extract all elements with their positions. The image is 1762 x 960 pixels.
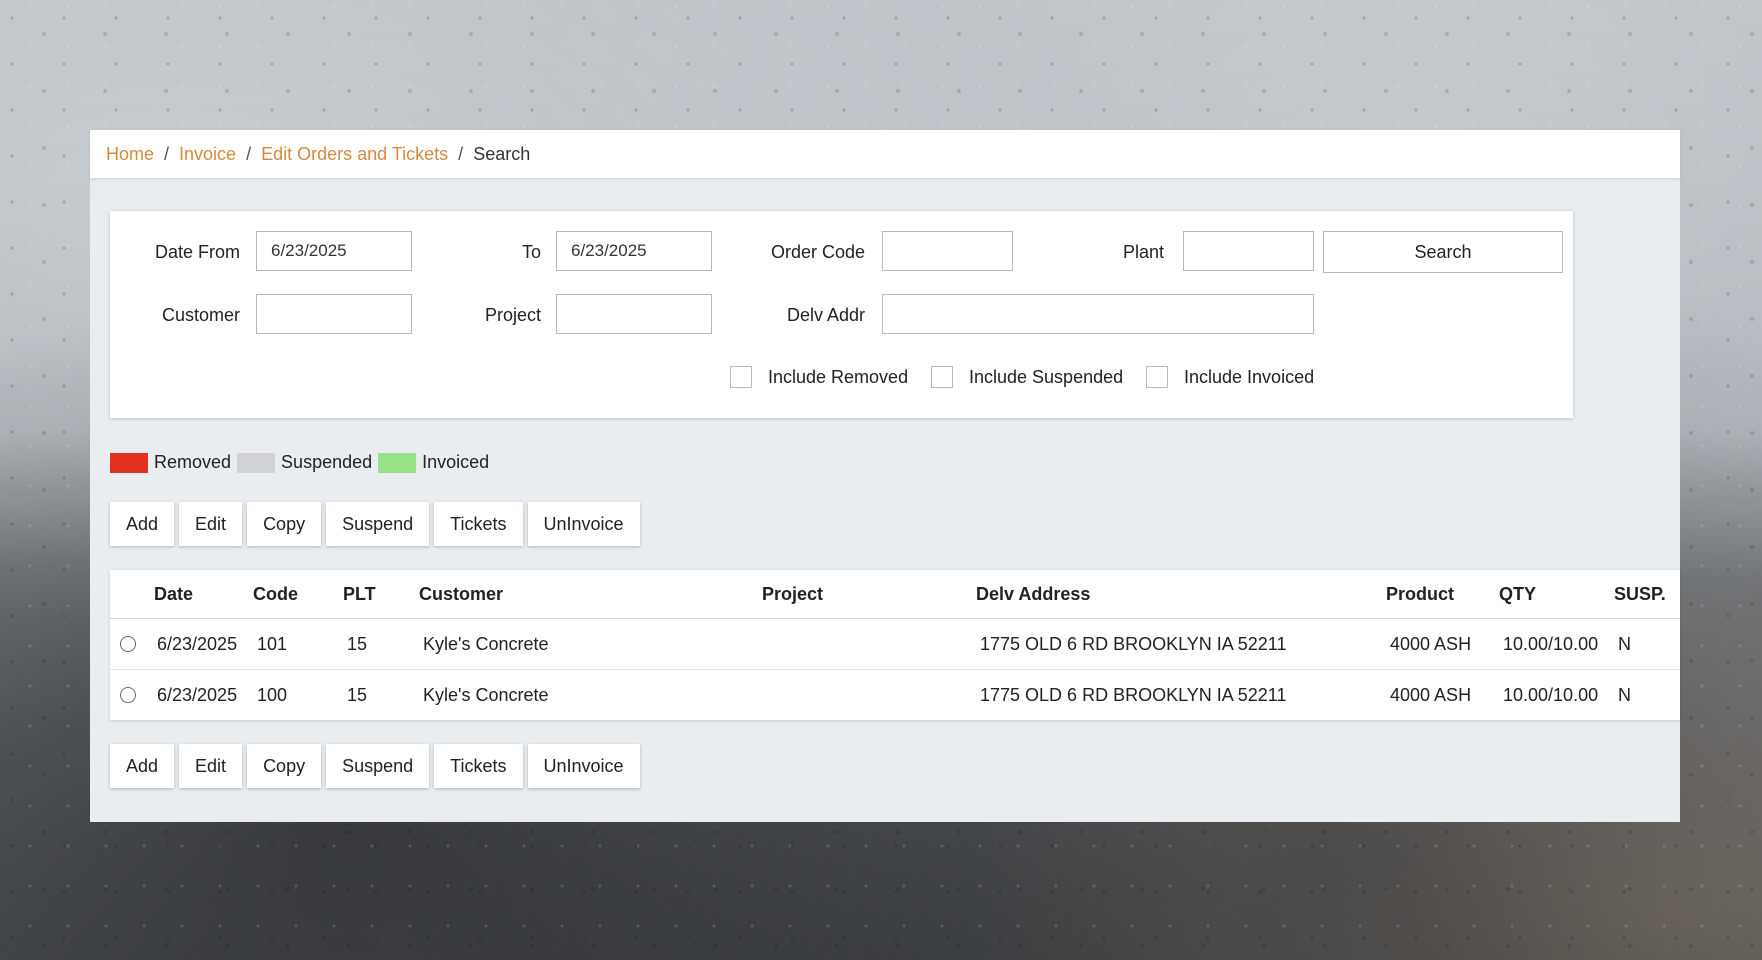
order-code-label: Order Code	[770, 242, 865, 262]
date-to-input[interactable]	[556, 231, 712, 271]
header-date[interactable]: Date	[154, 570, 193, 618]
include-removed-checkbox[interactable]: Include Removed	[730, 366, 908, 388]
edit-button[interactable]: Edit	[179, 744, 243, 788]
copy-button[interactable]: Copy	[247, 502, 322, 546]
removed-swatch	[110, 452, 148, 473]
project-label: Project	[484, 305, 541, 325]
include-suspended-label: Include Suspended	[969, 366, 1124, 387]
header-code[interactable]: Code	[253, 570, 298, 618]
cell-delv-address: 1775 OLD 6 RD BROOKLYN IA 52211	[980, 685, 1287, 705]
breadcrumb-edit-orders-link[interactable]: Edit Orders and Tickets	[261, 144, 448, 165]
legend-suspended-label: Suspended	[281, 452, 373, 472]
checkbox-box[interactable]	[931, 366, 953, 388]
add-button[interactable]: Add	[110, 744, 175, 788]
cell-susp: N	[1618, 634, 1631, 654]
header-susp[interactable]: SUSP.	[1614, 570, 1666, 618]
legend-invoiced: Invoiced	[378, 452, 489, 473]
search-filter-box: Date From To Order Code Plant Search Cus…	[110, 211, 1573, 418]
breadcrumb-separator: /	[246, 143, 252, 164]
cell-customer: Kyle's Concrete	[423, 634, 549, 654]
include-suspended-checkbox[interactable]: Include Suspended	[931, 366, 1123, 388]
cell-plt: 15	[347, 634, 368, 654]
search-button[interactable]: Search	[1323, 231, 1563, 273]
breadcrumb-separator: /	[458, 143, 464, 164]
suspend-button[interactable]: Suspend	[326, 744, 430, 788]
order-code-input[interactable]	[882, 231, 1013, 271]
row-select-radio[interactable]	[120, 687, 136, 703]
cell-product: 4000 ASH	[1390, 685, 1472, 705]
cell-susp: N	[1618, 685, 1631, 705]
cell-code: 101	[257, 634, 288, 654]
plant-input[interactable]	[1183, 231, 1314, 271]
header-delv-address[interactable]: Delv Address	[976, 570, 1090, 618]
cell-plt: 15	[347, 685, 368, 705]
header-customer[interactable]: Customer	[419, 570, 503, 618]
cell-date: 6/23/2025	[157, 685, 238, 705]
header-plt[interactable]: PLT	[343, 570, 376, 618]
invoiced-swatch	[378, 452, 417, 473]
cell-qty: 10.00/10.00	[1503, 685, 1599, 705]
top-action-bar: Add Edit Copy Suspend Tickets UnInvoice	[110, 502, 645, 546]
include-removed-label: Include Removed	[768, 366, 909, 387]
cell-date: 6/23/2025	[157, 634, 238, 654]
table-row[interactable]: 6/23/2025 100 15 Kyle's Concrete 1775 OL…	[110, 670, 1680, 720]
suspend-button[interactable]: Suspend	[326, 502, 430, 546]
project-input[interactable]	[556, 294, 712, 334]
breadcrumb-home-link[interactable]: Home	[106, 144, 154, 165]
header-product[interactable]: Product	[1386, 570, 1454, 618]
checkbox-box[interactable]	[1146, 366, 1168, 388]
cell-customer: Kyle's Concrete	[423, 685, 549, 705]
legend-removed-label: Removed	[154, 452, 232, 472]
legend-invoiced-label: Invoiced	[422, 452, 490, 472]
tickets-button[interactable]: Tickets	[434, 744, 523, 788]
copy-button[interactable]: Copy	[247, 744, 322, 788]
date-from-input[interactable]	[256, 231, 412, 271]
table-header-row: Date Code PLT Customer Project Delv Addr…	[110, 570, 1680, 619]
checkbox-box[interactable]	[730, 366, 752, 388]
row-select-radio[interactable]	[120, 636, 136, 652]
cell-code: 100	[257, 685, 288, 705]
breadcrumb: Home / Invoice / Edit Orders and Tickets…	[90, 130, 1680, 179]
include-invoiced-checkbox[interactable]: Include Invoiced	[1146, 366, 1314, 388]
header-qty[interactable]: QTY	[1499, 570, 1536, 618]
uninvoice-button[interactable]: UnInvoice	[527, 502, 640, 546]
cell-product: 4000 ASH	[1390, 634, 1472, 654]
delv-addr-label: Delv Addr	[786, 305, 865, 325]
customer-label: Customer	[161, 305, 240, 325]
date-to-label: To	[521, 242, 541, 262]
breadcrumb-separator: /	[164, 143, 170, 164]
plant-label: Plant	[1122, 242, 1164, 262]
include-invoiced-label: Include Invoiced	[1184, 366, 1315, 387]
legend-suspended: Suspended	[237, 452, 372, 473]
tickets-button[interactable]: Tickets	[434, 502, 523, 546]
legend-removed: Removed	[110, 452, 231, 473]
bottom-action-bar: Add Edit Copy Suspend Tickets UnInvoice	[110, 744, 645, 788]
edit-button[interactable]: Edit	[179, 502, 243, 546]
cell-qty: 10.00/10.00	[1503, 634, 1599, 654]
uninvoice-button[interactable]: UnInvoice	[527, 744, 640, 788]
delv-addr-input[interactable]	[882, 294, 1314, 334]
header-project[interactable]: Project	[762, 570, 823, 618]
add-button[interactable]: Add	[110, 502, 175, 546]
main-panel: Home / Invoice / Edit Orders and Tickets…	[90, 130, 1680, 822]
cell-delv-address: 1775 OLD 6 RD BROOKLYN IA 52211	[980, 634, 1287, 654]
breadcrumb-current: Search	[473, 143, 531, 164]
table-row[interactable]: 6/23/2025 101 15 Kyle's Concrete 1775 OL…	[110, 619, 1680, 670]
orders-table: Date Code PLT Customer Project Delv Addr…	[110, 570, 1680, 720]
date-from-label: Date From	[154, 242, 240, 262]
breadcrumb-invoice-link[interactable]: Invoice	[179, 144, 236, 165]
suspended-swatch	[237, 452, 276, 473]
customer-input[interactable]	[256, 294, 412, 334]
status-legend: Removed Suspended Invoiced	[110, 452, 495, 473]
